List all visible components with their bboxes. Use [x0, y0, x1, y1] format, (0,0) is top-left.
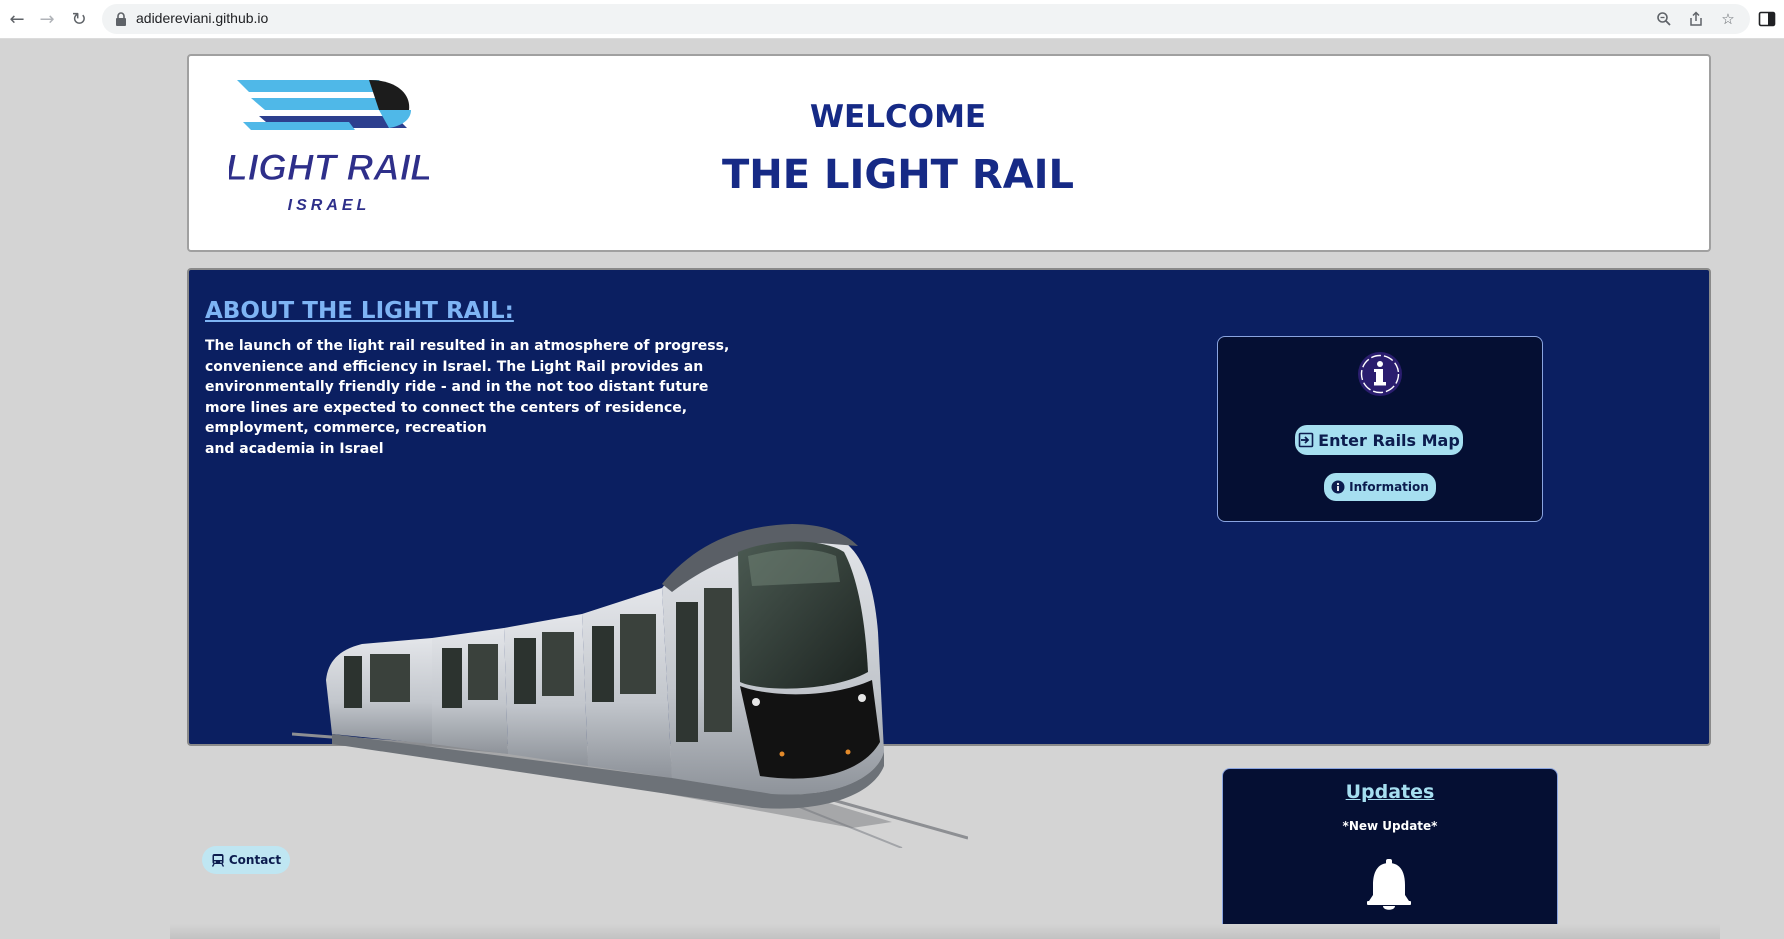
- header-card: LIGHT RAIL ISRAEL WELCOME THE LIGHT RAIL: [187, 54, 1711, 252]
- address-bar[interactable]: adidereviani.github.io ☆: [102, 4, 1750, 34]
- url-text: adidereviani.github.io: [136, 10, 269, 26]
- about-line: more lines are expected to connect the c…: [205, 399, 688, 416]
- tram-icon: [211, 854, 224, 867]
- about-line: environmentally friendly ride - and in t…: [205, 379, 709, 395]
- about-line: and academia in Israel: [205, 440, 384, 457]
- about-heading[interactable]: ABOUT THE LIGHT RAIL:: [205, 298, 514, 324]
- info-small-icon: [1331, 480, 1345, 494]
- reload-icon[interactable]: ↻: [68, 8, 90, 30]
- arrow-left-icon[interactable]: ←: [6, 8, 28, 30]
- about-line: The launch of the light rail resulted in…: [205, 338, 730, 354]
- info-box: Enter Rails Map Information: [1217, 336, 1543, 522]
- lock-icon: [116, 12, 126, 26]
- welcome-heading: WELCOME: [809, 99, 987, 135]
- side-panel-icon[interactable]: [1758, 10, 1776, 28]
- contact-button[interactable]: Contact: [202, 846, 290, 874]
- enter-icon: [1298, 432, 1314, 448]
- updates-box: Updates *New Update*: [1222, 768, 1558, 936]
- page-title: THE LIGHT RAIL: [721, 152, 1075, 198]
- bell-icon: [1367, 859, 1411, 910]
- arrow-right-icon[interactable]: →: [36, 8, 58, 30]
- about-line: employment, commerce, recreation: [205, 420, 487, 436]
- zoom-icon[interactable]: [1654, 9, 1674, 29]
- updates-subtitle: *New Update*: [1342, 819, 1438, 833]
- contact-label: Contact: [228, 853, 282, 867]
- share-icon[interactable]: [1686, 9, 1706, 29]
- enter-rails-map-button[interactable]: Enter Rails Map: [1295, 425, 1463, 455]
- updates-title[interactable]: Updates: [1223, 781, 1557, 803]
- star-icon[interactable]: ☆: [1718, 9, 1738, 29]
- info-icon: [1358, 352, 1402, 396]
- page-footer-shadow: [170, 924, 1720, 939]
- about-text: The launch of the light rail resulted in…: [205, 336, 730, 459]
- information-button[interactable]: Information: [1324, 473, 1436, 501]
- enter-rails-map-label: Enter Rails Map: [1318, 430, 1460, 450]
- logo-subtext: ISRAEL: [288, 197, 371, 214]
- about-line: convenience and efficiency in Israel. Th…: [205, 358, 704, 375]
- browser-toolbar: ← → ↻ adidereviani.github.io ☆: [0, 0, 1784, 39]
- tram-image: [292, 524, 968, 848]
- information-label: Information: [1349, 480, 1429, 494]
